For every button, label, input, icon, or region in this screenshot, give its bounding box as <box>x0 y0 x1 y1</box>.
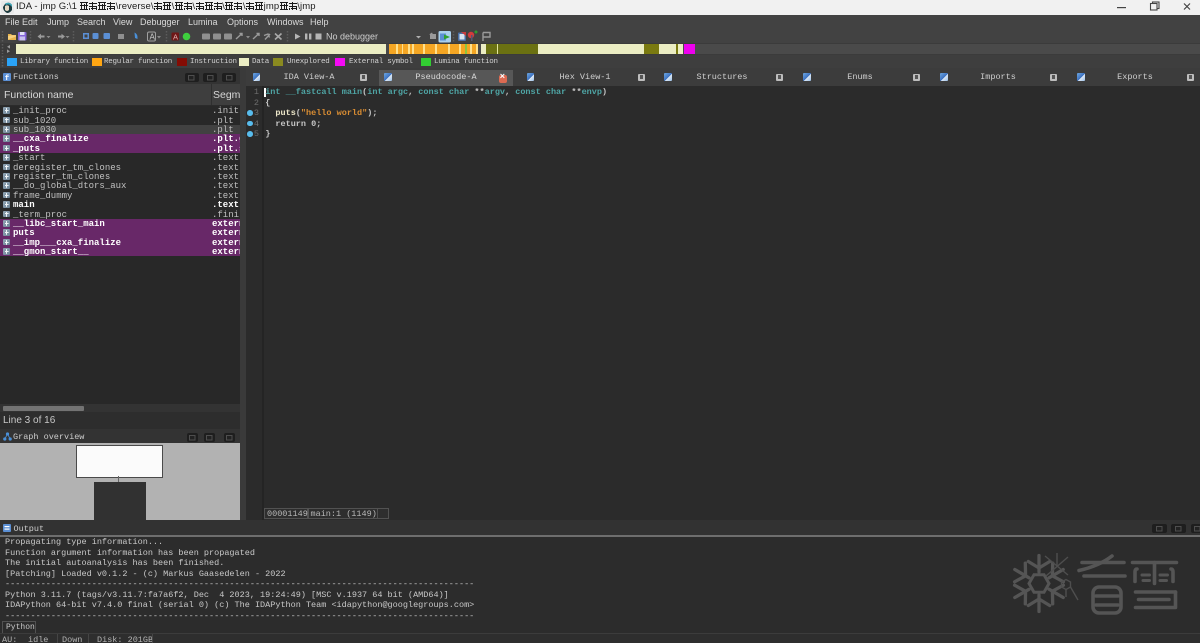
svg-text:No debugger: No debugger <box>326 32 378 42</box>
svg-text:A: A <box>150 33 156 42</box>
svg-text:A: A <box>173 33 178 42</box>
svg-text:f: f <box>4 75 9 81</box>
